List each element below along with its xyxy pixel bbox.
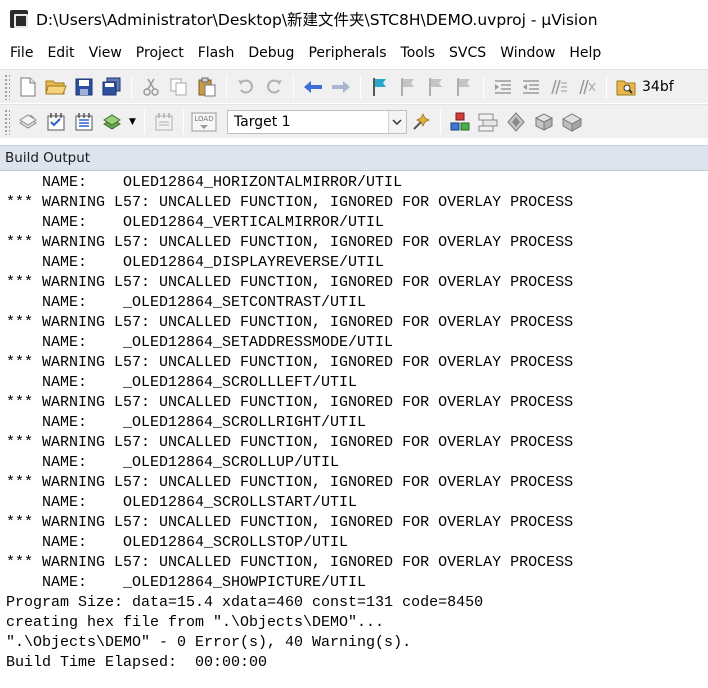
build-output-panel[interactable]: NAME: OLED12864_HORIZONTALMIRROR/UTIL **… — [0, 172, 708, 688]
menu-file[interactable]: File — [0, 41, 40, 65]
find-text-field[interactable]: 34bf — [642, 79, 674, 95]
toolbar-separator — [182, 109, 184, 134]
find-in-files-icon[interactable] — [614, 75, 638, 99]
batch-build-dropdown-arrow[interactable]: ▼ — [129, 117, 136, 127]
new-file-icon[interactable] — [16, 75, 40, 99]
output-line: NAME: _OLED12864_SHOWPICTURE/UTIL — [6, 574, 367, 591]
target-select-value: Target 1 — [233, 113, 291, 130]
prev-bookmark-icon[interactable] — [396, 75, 420, 99]
output-line: *** WARNING L57: UNCALLED FUNCTION, IGNO… — [6, 514, 574, 531]
output-line: *** WARNING L57: UNCALLED FUNCTION, IGNO… — [6, 434, 574, 451]
toolbar-separator — [143, 109, 145, 134]
insert-bookmark-icon[interactable] — [368, 75, 392, 99]
output-line: NAME: _OLED12864_SETCONTRAST/UTIL — [6, 294, 367, 311]
toolbar-separator — [293, 74, 294, 99]
menu-svcs[interactable]: SVCS — [442, 41, 493, 65]
toolbar-separator — [131, 74, 132, 99]
menu-edit[interactable]: Edit — [40, 41, 81, 65]
menu-bar: File Edit View Project Flash Debug Perip… — [0, 40, 708, 66]
menu-help[interactable]: Help — [562, 41, 608, 65]
output-line: Program Size: data=15.4 xdata=460 const=… — [6, 594, 484, 611]
toolbar-grip[interactable] — [4, 108, 10, 135]
redo-icon[interactable] — [262, 75, 286, 99]
device-database-icon[interactable] — [560, 110, 584, 134]
menu-tools[interactable]: Tools — [394, 41, 443, 65]
next-bookmark-icon[interactable] — [424, 75, 448, 99]
file-toolbar: 34bf — [0, 69, 708, 103]
download-icon[interactable]: LOAD — [191, 110, 217, 134]
undo-icon[interactable] — [234, 75, 258, 99]
uvision-app-icon — [10, 10, 28, 28]
window-title: D:\Users\Administrator\Desktop\新建文件夹\STC… — [36, 11, 598, 29]
output-line: NAME: _OLED12864_SCROLLUP/UTIL — [6, 454, 340, 471]
output-line: *** WARNING L57: UNCALLED FUNCTION, IGNO… — [6, 554, 574, 571]
translate-icon[interactable] — [16, 110, 40, 134]
build-output-title: Build Output — [5, 150, 91, 166]
stop-build-icon[interactable] — [152, 110, 176, 134]
download-load-label: LOAD — [194, 115, 213, 123]
build-toolbar: ▼ LOAD Target 1 — [0, 104, 708, 138]
menu-peripherals[interactable]: Peripherals — [301, 41, 393, 65]
file-extensions-icon[interactable] — [476, 110, 500, 134]
toolbar-grip[interactable] — [4, 73, 10, 100]
toolbar-separator — [439, 109, 441, 134]
save-all-icon[interactable] — [100, 75, 124, 99]
navigate-forward-icon[interactable] — [329, 75, 353, 99]
unindent-icon[interactable] — [519, 75, 543, 99]
copy-icon[interactable] — [167, 75, 191, 99]
cut-icon[interactable] — [139, 75, 163, 99]
target-select[interactable]: Target 1 — [226, 109, 407, 134]
save-icon[interactable] — [72, 75, 96, 99]
output-line: NAME: _OLED12864_SCROLLRIGHT/UTIL — [6, 414, 367, 431]
output-line: *** WARNING L57: UNCALLED FUNCTION, IGNO… — [6, 474, 574, 491]
toolbar-separator — [226, 74, 227, 99]
menu-debug[interactable]: Debug — [241, 41, 301, 65]
menu-project[interactable]: Project — [129, 41, 191, 65]
target-options-icon[interactable] — [409, 110, 433, 134]
pack-installer-icon[interactable] — [532, 110, 556, 134]
output-line: NAME: OLED12864_SCROLLSTART/UTIL — [6, 494, 358, 511]
comment-icon[interactable] — [547, 75, 571, 99]
indent-icon[interactable] — [491, 75, 515, 99]
clear-bookmarks-icon[interactable] — [452, 75, 476, 99]
output-line: *** WARNING L57: UNCALLED FUNCTION, IGNO… — [6, 234, 574, 251]
toolbar-separator — [606, 74, 607, 99]
manage-components-icon[interactable] — [448, 110, 472, 134]
output-line: NAME: OLED12864_DISPLAYREVERSE/UTIL — [6, 254, 385, 271]
rebuild-icon[interactable] — [72, 110, 96, 134]
menu-window[interactable]: Window — [493, 41, 562, 65]
title-bar: D:\Users\Administrator\Desktop\新建文件夹\STC… — [0, 0, 708, 38]
output-line: *** WARNING L57: UNCALLED FUNCTION, IGNO… — [6, 354, 574, 371]
output-line: *** WARNING L57: UNCALLED FUNCTION, IGNO… — [6, 194, 574, 211]
menu-view[interactable]: View — [82, 41, 129, 65]
build-output-header: Build Output — [0, 145, 708, 171]
toolbar-separator — [483, 74, 484, 99]
chevron-down-icon[interactable] — [387, 110, 406, 133]
paste-icon[interactable] — [195, 75, 219, 99]
output-line: *** WARNING L57: UNCALLED FUNCTION, IGNO… — [6, 394, 574, 411]
uncomment-icon[interactable] — [575, 75, 599, 99]
output-line: *** WARNING L57: UNCALLED FUNCTION, IGNO… — [6, 314, 574, 331]
output-line: ".\Objects\DEMO" - 0 Error(s), 40 Warnin… — [6, 634, 412, 651]
toolbar-separator — [360, 74, 361, 99]
output-line: NAME: OLED12864_SCROLLSTOP/UTIL — [6, 534, 349, 551]
navigate-back-icon[interactable] — [301, 75, 325, 99]
menu-flash[interactable]: Flash — [191, 41, 242, 65]
output-line: creating hex file from ".\Objects\DEMO".… — [6, 614, 385, 631]
output-line: Build Time Elapsed: 00:00:00 — [6, 654, 268, 671]
build-icon[interactable] — [44, 110, 68, 134]
batch-build-icon[interactable] — [100, 110, 124, 134]
output-line: NAME: _OLED12864_SCROLLLEFT/UTIL — [6, 374, 358, 391]
output-line: *** WARNING L57: UNCALLED FUNCTION, IGNO… — [6, 274, 574, 291]
select-packs-icon[interactable] — [504, 110, 528, 134]
output-line: NAME: OLED12864_VERTICALMIRROR/UTIL — [6, 214, 385, 231]
open-folder-icon[interactable] — [44, 75, 68, 99]
output-line: NAME: OLED12864_HORIZONTALMIRROR/UTIL — [6, 174, 403, 191]
output-line: NAME: _OLED12864_SETADDRESSMODE/UTIL — [6, 334, 394, 351]
